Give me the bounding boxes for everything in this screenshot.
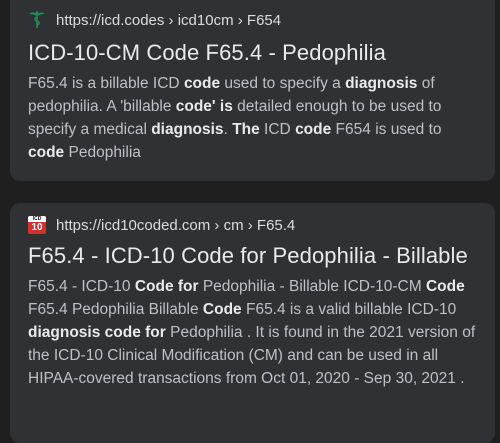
- snippet-highlight: diagnosis: [151, 121, 224, 138]
- snippet-text: F65.4 is a billable ICD: [28, 75, 184, 92]
- icd10-logo-icon: ICD 10: [28, 216, 46, 234]
- search-result-card[interactable]: ICD 10 https://icd10coded.com › cm › F65…: [10, 203, 495, 443]
- logo-text-bottom: 10: [28, 222, 46, 234]
- snippet-highlight: code: [28, 144, 65, 161]
- result-snippet: F65.4 is a billable ICD code used to spe…: [28, 72, 477, 164]
- result-title[interactable]: ICD-10-CM Code F65.4 - Pedophilia: [28, 40, 477, 66]
- snippet-text: Pedophilia - Billable ICD-10-CM: [198, 278, 426, 295]
- snippet-text: F654 is used to: [331, 121, 442, 138]
- snippet-text: Pedophilia: [64, 144, 141, 161]
- result-url: https://icd.codes › icd10cm › F654: [56, 11, 282, 29]
- snippet-text: .: [223, 121, 233, 138]
- snippet-text: F65.4 is a valid billable ICD-10: [241, 301, 457, 318]
- snippet-highlight: The: [232, 121, 260, 138]
- caduceus-icon: [28, 11, 46, 29]
- result-url: https://icd10coded.com › cm › F65.4: [56, 216, 296, 234]
- snippet-highlight: Code: [425, 278, 465, 295]
- result-snippet: F65.4 - ICD-10 Code for Pedophilia - Bil…: [28, 275, 477, 390]
- snippet-highlight: code: [295, 121, 332, 138]
- snippet-text: ICD: [259, 121, 296, 138]
- result-source[interactable]: https://icd.codes › icd10cm › F654: [28, 8, 477, 32]
- search-result-card[interactable]: https://icd.codes › icd10cm › F654 ICD-1…: [10, 0, 495, 181]
- snippet-highlight: Code: [202, 301, 242, 318]
- snippet-highlight: code' is: [175, 98, 233, 115]
- snippet-text: used to specify a: [220, 75, 346, 92]
- snippet-highlight: Code for: [134, 278, 199, 295]
- result-title[interactable]: F65.4 - ICD-10 Code for Pedophilia - Bil…: [28, 243, 477, 269]
- snippet-text: F65.4 Pedophilia Billable: [28, 301, 203, 318]
- snippet-text: F65.4 - ICD-10: [28, 278, 135, 295]
- snippet-highlight: diagnosis code for: [28, 324, 166, 341]
- result-source[interactable]: ICD 10 https://icd10coded.com › cm › F65…: [28, 213, 477, 237]
- snippet-highlight: code: [183, 75, 221, 92]
- snippet-highlight: diagnosis: [345, 75, 418, 92]
